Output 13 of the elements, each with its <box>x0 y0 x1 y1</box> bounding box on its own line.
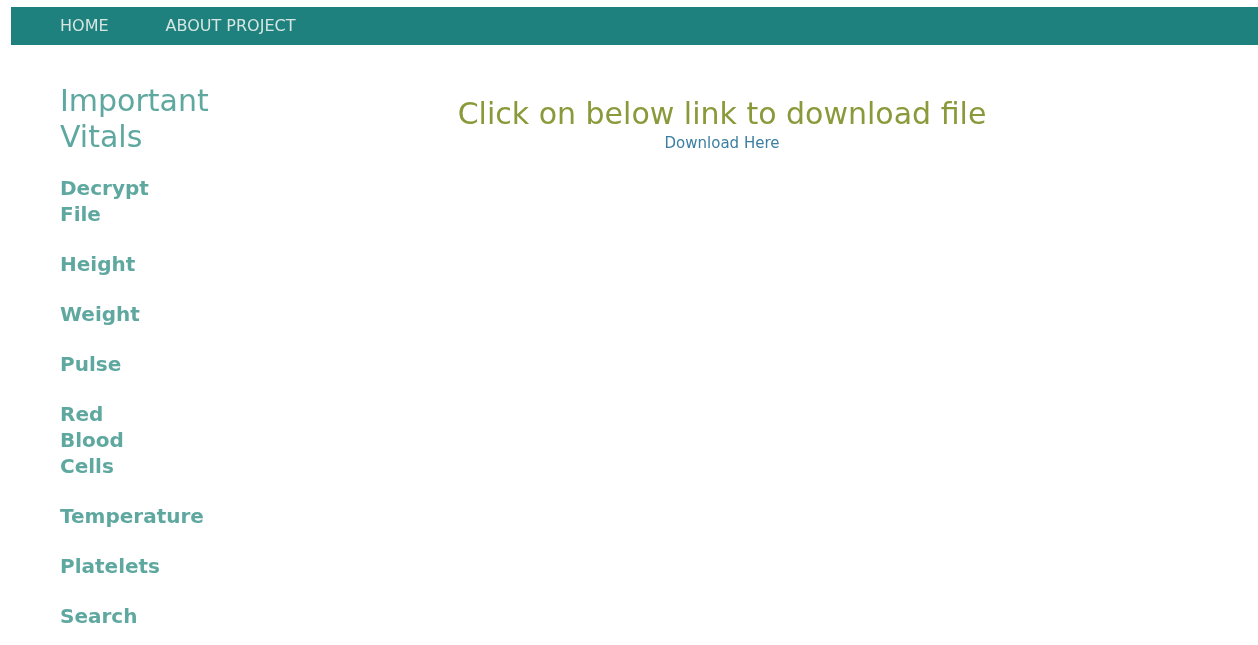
sidebar-title: Important Vitals <box>60 83 210 155</box>
sidebar-link[interactable]: Decrypt File <box>60 175 149 227</box>
sidebar-link[interactable]: Red Blood Cells <box>60 401 124 479</box>
download-link[interactable]: Download Here <box>664 134 780 152</box>
nav-link[interactable]: HOME <box>60 7 137 45</box>
sidebar-link[interactable]: Temperature <box>60 503 204 529</box>
sidebar-link[interactable]: Weight <box>60 301 140 327</box>
sidebar-link[interactable]: Height <box>60 251 136 277</box>
sidebar-link[interactable]: Search <box>60 603 138 629</box>
page-heading: Click on below link to download file <box>456 97 988 131</box>
nav-link[interactable]: ABOUT PROJECT <box>165 7 324 45</box>
sidebar-link[interactable]: Pulse <box>60 351 122 377</box>
sidebar-link[interactable]: Platelets <box>60 553 161 579</box>
